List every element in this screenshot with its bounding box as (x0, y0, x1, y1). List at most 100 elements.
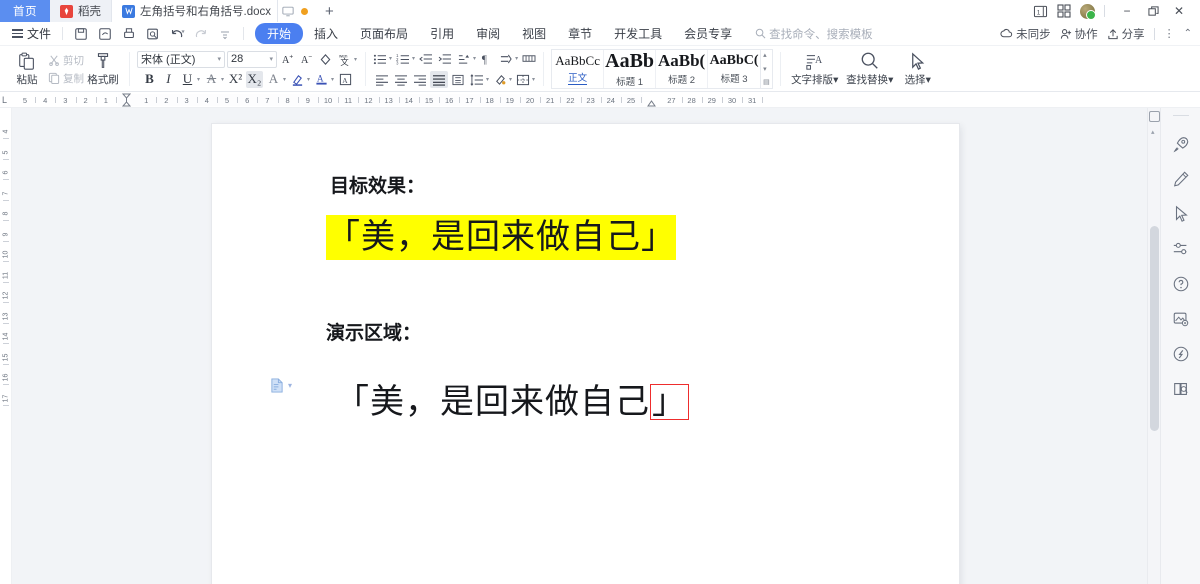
character-border-button[interactable]: A (265, 71, 282, 88)
align-left-button[interactable] (373, 71, 391, 88)
scroll-down-icon[interactable]: ▾ (763, 66, 770, 73)
maximize-button[interactable] (1140, 0, 1166, 22)
shading-button[interactable] (491, 71, 509, 88)
undo-icon[interactable]: ▾ (166, 24, 188, 44)
vertical-ruler[interactable]: 4 5 6 7 8 9 10 11 12 13 14 15 16 17 (0, 108, 12, 584)
chevron-down-icon[interactable]: ▾ (473, 55, 476, 62)
save-as-icon[interactable] (94, 24, 116, 44)
select-button[interactable]: 选择▾ (898, 52, 938, 87)
show-formatting-marks-button[interactable]: ¶ (478, 50, 496, 67)
increase-indent-button[interactable] (436, 50, 454, 67)
chevron-down-icon[interactable]: ▾ (515, 55, 518, 62)
numbered-list-button[interactable]: 123 (394, 50, 412, 67)
chevron-down-icon[interactable]: ▾ (283, 76, 286, 83)
document-canvas[interactable]: 目标效果： 「美，是回来做自己」 演示区域： ▾ 「美，是回来做自己」 ▴ (12, 108, 1160, 584)
subscript-button[interactable]: X₂ (246, 70, 263, 88)
horizontal-ruler[interactable]: L 5 4 3 2 1 1 2 3 4 5 6 7 8 9 10 11 12 13 14 15 16 17 18 19 20 21… (0, 92, 1200, 108)
align-justify-button[interactable] (430, 71, 449, 88)
chevron-down-icon[interactable]: ▾ (532, 76, 535, 83)
style-item-normal[interactable]: AaBbCc 正文 (552, 50, 605, 88)
character-shading-button[interactable]: A (337, 71, 354, 88)
style-item-heading-2[interactable]: AaBb( 标题 2 (656, 50, 709, 88)
tab-developer[interactable]: 开发工具 (603, 23, 673, 44)
sort-button[interactable] (455, 50, 473, 67)
chevron-down-icon[interactable]: ▾ (331, 76, 334, 83)
text-layout-button[interactable]: A 文字排版▾ (788, 52, 842, 87)
tab-review[interactable]: 审阅 (465, 23, 511, 44)
present-screen-icon[interactable] (282, 6, 294, 17)
settings-sliders-icon[interactable] (1170, 238, 1192, 260)
minimize-button[interactable]: − (1114, 0, 1140, 22)
superscript-button[interactable]: X² (227, 71, 244, 88)
align-center-button[interactable] (392, 71, 410, 88)
text-direction-button[interactable] (497, 50, 515, 67)
rocket-icon[interactable] (1170, 133, 1192, 155)
chevron-down-icon[interactable]: ▾ (389, 55, 392, 62)
cut-button[interactable]: 剪切 (48, 53, 84, 68)
scrollbar-up-arrow[interactable]: ▴ (1151, 128, 1155, 136)
grid-view-icon[interactable] (1057, 4, 1071, 18)
highlight-color-button[interactable] (289, 71, 306, 88)
book-search-icon[interactable] (1170, 378, 1192, 400)
copy-button[interactable]: 复制 (48, 71, 84, 86)
chevron-down-icon[interactable]: ▾ (221, 76, 224, 83)
collapse-ribbon-button[interactable]: ⌃ (1184, 28, 1192, 39)
vertical-scrollbar-thumb[interactable] (1150, 226, 1159, 431)
align-right-button[interactable] (411, 71, 429, 88)
strikethrough-button[interactable]: A (203, 71, 220, 88)
underline-button[interactable]: U (179, 71, 196, 88)
chevron-down-icon[interactable]: ▾ (354, 56, 357, 63)
tab-sections[interactable]: 章节 (557, 23, 603, 44)
single-page-view-icon[interactable]: 1 (1033, 5, 1048, 18)
tab-page-layout[interactable]: 页面布局 (349, 23, 419, 44)
bullet-list-button[interactable] (371, 50, 389, 67)
doc-demo-text-line[interactable]: 「美，是回来做自己」 (335, 374, 689, 423)
doc-target-text-line[interactable]: 「美，是回来做自己」 (326, 209, 676, 260)
tab-member-exclusive[interactable]: 会员专享 (673, 23, 743, 44)
italic-button[interactable]: I (160, 71, 177, 88)
first-line-indent-marker[interactable] (122, 93, 131, 107)
document-page[interactable]: 目标效果： 「美，是回来做自己」 演示区域： ▾ 「美，是回来做自己」 (212, 124, 959, 584)
distribute-text-button[interactable] (449, 71, 467, 88)
shrink-font-button[interactable]: A − (298, 51, 315, 68)
tab-docer[interactable]: 稻壳 (50, 0, 112, 22)
style-item-heading-1[interactable]: AaBb 标题 1 (604, 50, 657, 88)
idea-bulb-icon[interactable] (1170, 343, 1192, 365)
horizontal-ruler-track[interactable]: 5 4 3 2 1 1 2 3 4 5 6 7 8 9 10 11 12 13 14 15 16 17 18 19 20 21 22… (12, 92, 1200, 107)
doc-heading-demo[interactable]: 演示区域： (326, 318, 421, 345)
font-family-input[interactable]: 宋体 (正文) ▾ (137, 50, 225, 68)
tab-references[interactable]: 引用 (419, 23, 465, 44)
print-preview-icon[interactable] (142, 24, 164, 44)
new-tab-button[interactable]: + (316, 0, 343, 22)
comb-cells-button[interactable] (520, 50, 538, 67)
scrollbar-page-icon[interactable] (1149, 110, 1160, 123)
save-icon[interactable] (70, 24, 92, 44)
scroll-up-icon[interactable]: ▴ (763, 52, 770, 59)
chevron-down-icon[interactable]: ▾ (509, 76, 512, 83)
right-indent-marker[interactable] (647, 93, 657, 107)
help-circle-icon[interactable] (1170, 273, 1192, 295)
tab-insert[interactable]: 插入 (303, 23, 349, 44)
format-painter-button[interactable]: 格式刷 (84, 51, 122, 87)
line-spacing-button[interactable] (468, 71, 486, 88)
paste-button[interactable]: 粘贴 (8, 51, 46, 87)
font-color-button[interactable]: A (313, 71, 330, 88)
sync-status-button[interactable]: 未同步 (1000, 26, 1051, 42)
grow-font-button[interactable]: A + (279, 51, 296, 68)
print-icon[interactable] (118, 24, 140, 44)
command-search[interactable]: 查找命令、搜索模板 (755, 26, 873, 42)
doc-heading-target[interactable]: 目标效果： (330, 171, 425, 198)
style-expand-icon[interactable]: ▤ (763, 79, 770, 86)
tab-home[interactable]: 首页 (0, 0, 50, 22)
menu-overflow-button[interactable]: ⋮ (1164, 27, 1175, 40)
collaborate-button[interactable]: 协作 (1060, 26, 1098, 42)
pen-edit-icon[interactable] (1170, 168, 1192, 190)
style-item-heading-3[interactable]: AaBbC( 标题 3 (708, 50, 760, 88)
share-button[interactable]: 分享 (1107, 26, 1145, 42)
quick-access-more-icon[interactable] (214, 24, 236, 44)
tab-start[interactable]: 开始 (255, 23, 304, 44)
font-size-input[interactable]: 28 ▾ (227, 50, 277, 68)
style-gallery-scroll[interactable]: ▴ ▾ ▤ (761, 49, 773, 89)
user-avatar[interactable] (1080, 3, 1096, 20)
bold-button[interactable]: B (141, 71, 158, 88)
